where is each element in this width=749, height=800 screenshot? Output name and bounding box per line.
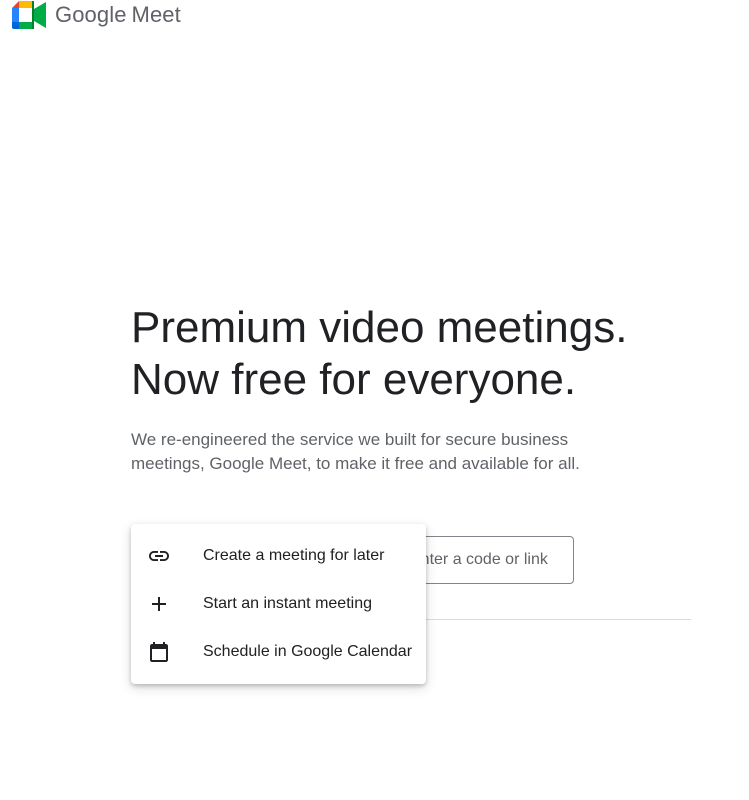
link-icon [147,544,171,568]
new-meeting-menu: Create a meeting for later Start an inst… [131,524,426,684]
logo-product-word: Meet [131,2,181,27]
menu-item-label: Create a meeting for later [203,547,385,564]
logo-text: Google Meet [55,2,181,28]
menu-item-instant-meeting[interactable]: Start an instant meeting [131,580,426,628]
plus-icon [147,592,171,616]
headline-line-1: Premium video meetings. [131,303,628,352]
page-headline: Premium video meetings. Now free for eve… [131,302,691,406]
logo-brand-word: Google [55,2,127,27]
meet-camera-icon [12,1,46,29]
hero-subtext: We re-engineered the service we built fo… [131,430,580,473]
headline-line-2: Now free for everyone. [131,355,577,404]
google-meet-logo[interactable]: Google Meet [12,0,181,30]
page: Google Meet Premium video meetings. Now f… [0,0,749,800]
calendar-icon [147,640,171,664]
menu-item-label: Start an instant meeting [203,595,372,612]
menu-item-label: Schedule in Google Calendar [203,643,413,660]
menu-item-schedule-calendar[interactable]: Schedule in Google Calendar [131,628,426,676]
menu-item-create-later[interactable]: Create a meeting for later [131,532,426,580]
